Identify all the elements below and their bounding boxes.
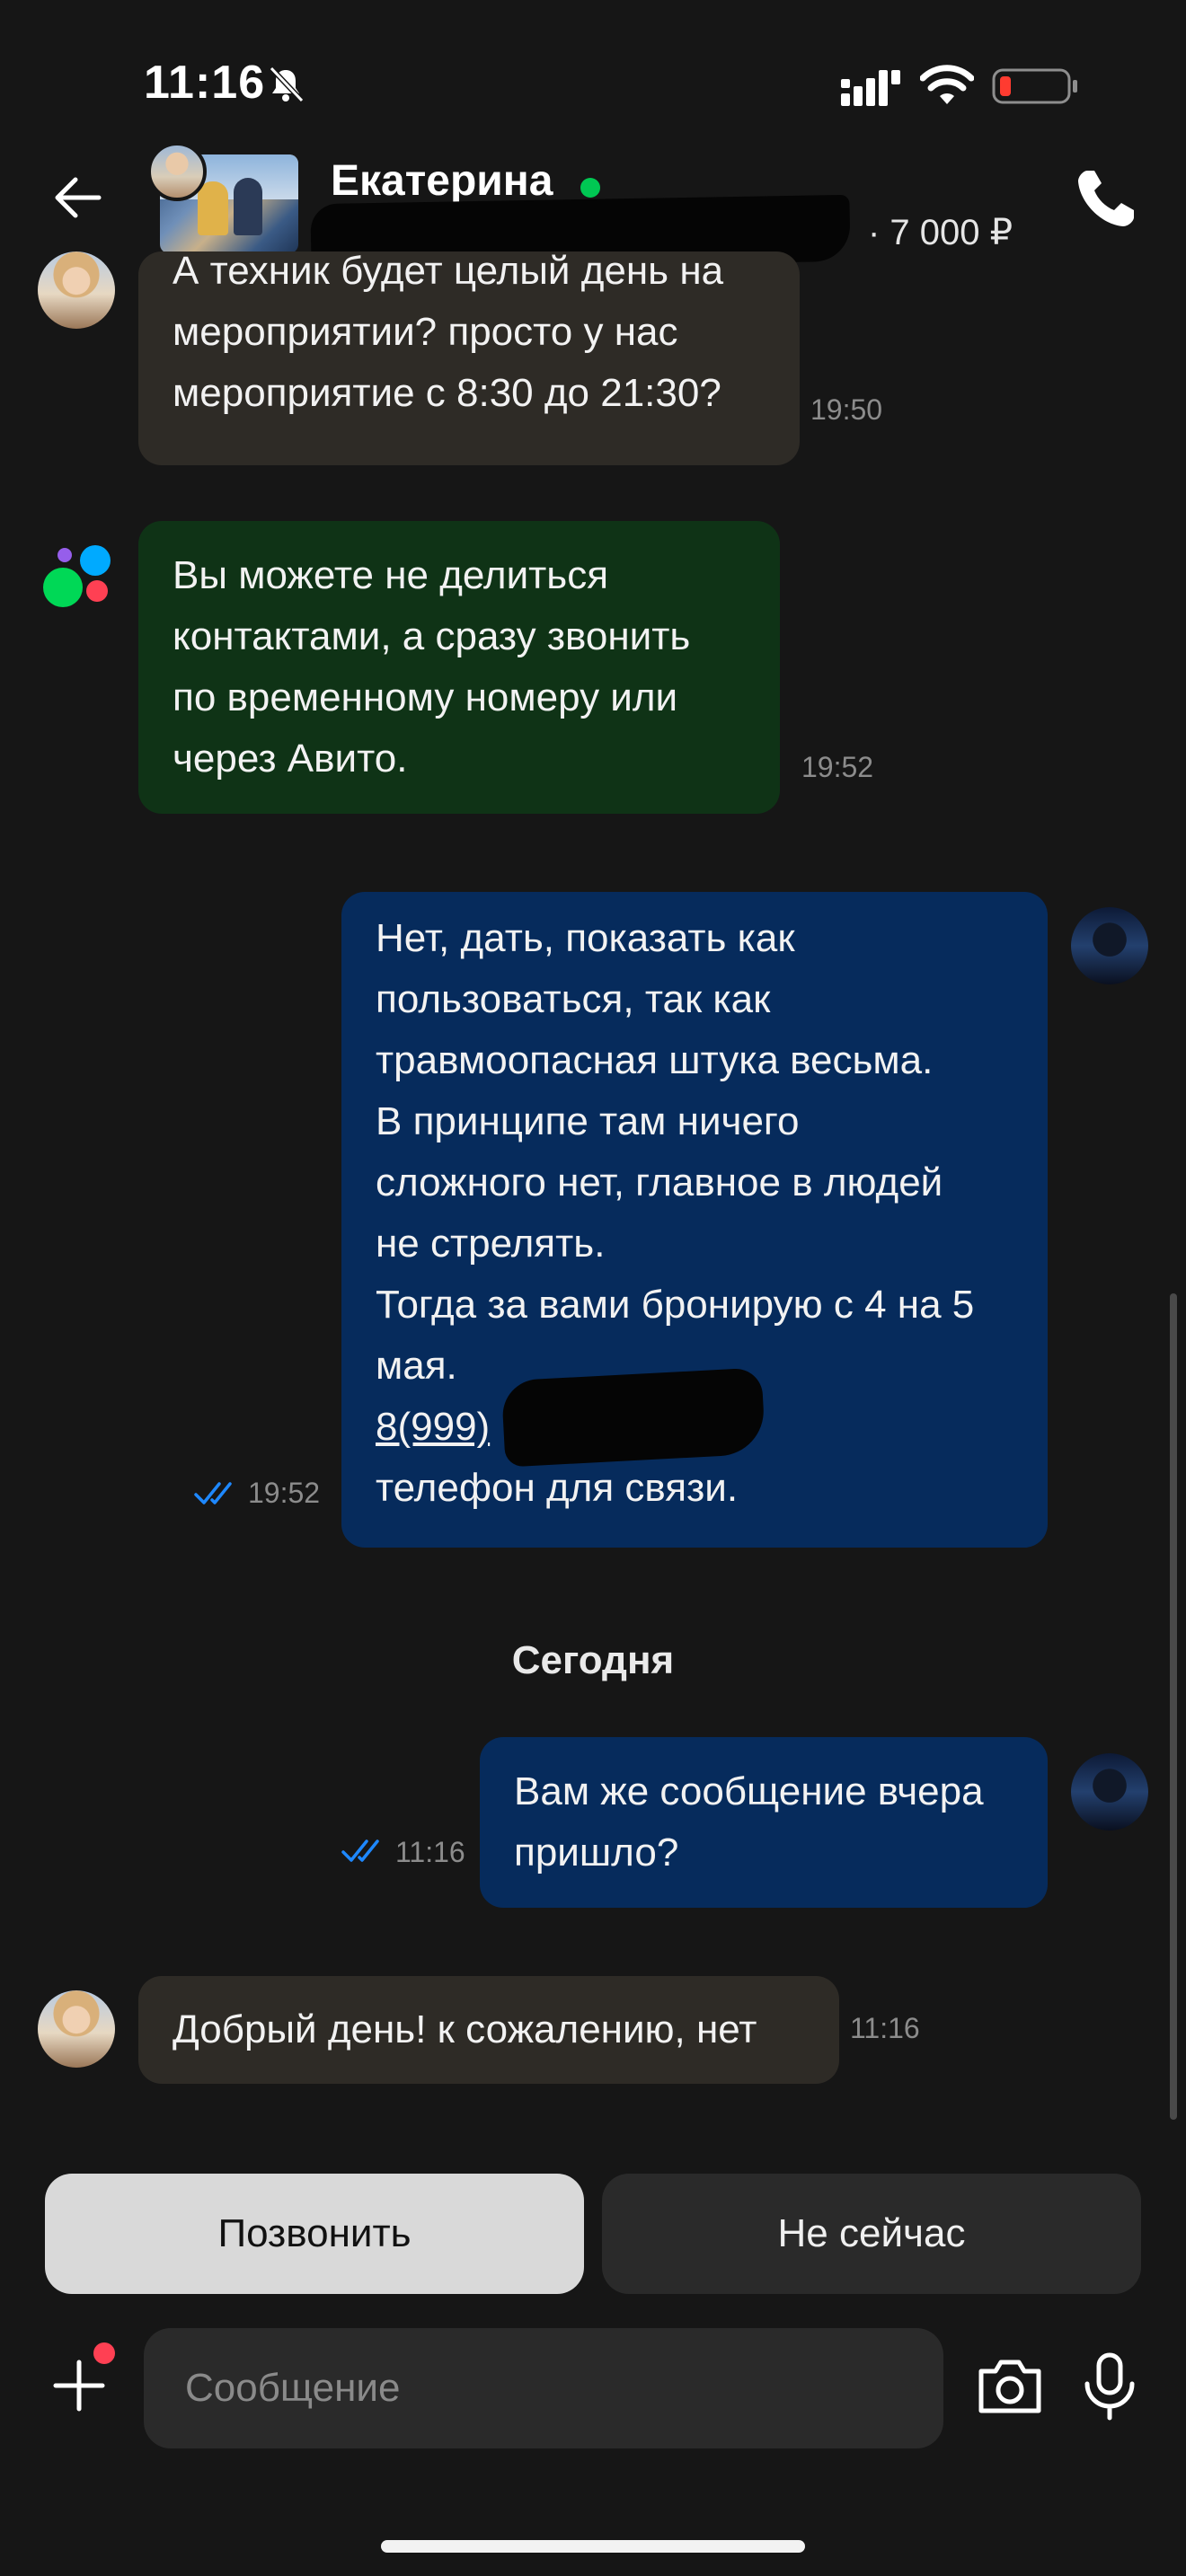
message-text: В принципе там ничего: [376, 1099, 800, 1143]
wifi-icon: [920, 65, 974, 104]
message-text: через Авито.: [173, 737, 408, 781]
my-avatar: [1071, 907, 1148, 984]
notification-dot: [93, 2342, 115, 2364]
listing-price: · 7 000 ₽: [868, 213, 1013, 252]
message-text: Вы можете не делиться: [173, 553, 609, 597]
home-indicator[interactable]: [381, 2540, 805, 2553]
double-check-read-icon: [194, 1482, 232, 1504]
cellular-signal-icon: [841, 70, 900, 106]
camera-icon[interactable]: [976, 2355, 1044, 2418]
message-text: Нет, дать, показать как: [376, 916, 795, 960]
message-text: пришло?: [514, 1831, 679, 1875]
message-bubble-incoming: Добрый день! к сожалению, нет: [138, 1976, 839, 2084]
message-bubble-incoming: А техник будет целый день на мероприятии…: [138, 249, 800, 465]
my-avatar: [1071, 1753, 1148, 1831]
message-bubble-system: Вы можете не делиться контактами, а сраз…: [138, 521, 780, 814]
message-input[interactable]: [144, 2328, 943, 2448]
message-text: сложного нет, главное в людей: [376, 1160, 943, 1204]
status-time: 11:16: [144, 57, 266, 109]
message-time: 11:16: [395, 1836, 465, 1868]
message-time: 19:50: [810, 393, 883, 426]
message-text: Вам же сообщение вчера: [514, 1769, 984, 1813]
sender-avatar: [38, 251, 115, 329]
day-divider: Сегодня: [511, 1638, 675, 1682]
plus-icon[interactable]: [50, 2357, 108, 2414]
message-text: контактами, а сразу звонить: [173, 614, 691, 658]
contact-name[interactable]: Екатерина: [331, 156, 553, 206]
online-status-dot: [580, 178, 600, 198]
chat-scrollbar[interactable]: [1170, 1293, 1177, 2120]
message-text: травмоопасная штука весьма.: [376, 1038, 934, 1082]
message-text: мероприятие с 8:30 до 21:30?: [173, 371, 721, 415]
message-text: не стрелять.: [376, 1222, 606, 1266]
bell-off-icon: [269, 66, 305, 103]
call-button[interactable]: Позвонить: [45, 2174, 584, 2294]
not-now-button[interactable]: Не сейчас: [602, 2174, 1141, 2294]
contact-avatar: [147, 142, 207, 201]
message-text: мероприятии? просто у нас: [173, 310, 678, 354]
message-text: телефон для связи.: [376, 1466, 739, 1510]
phone-call-icon[interactable]: [1075, 167, 1137, 230]
message-time: 19:52: [801, 751, 874, 783]
avito-logo-icon: [43, 545, 111, 607]
message-text: пользоваться, так как: [376, 977, 771, 1021]
message-text: Тогда за вами бронирую с 4 на 5: [376, 1283, 975, 1327]
sender-avatar: [38, 1990, 115, 2068]
battery-low-icon: [992, 68, 1077, 104]
microphone-icon[interactable]: [1082, 2351, 1137, 2422]
message-time: 11:16: [850, 2012, 920, 2044]
phone-number-redacted: [500, 1367, 766, 1468]
message-text: по временному номеру или: [173, 675, 678, 719]
double-check-read-icon: [341, 1839, 379, 1862]
chat-screen: 11:16 Екатерина · 7 000 ₽ А техник будет…: [0, 0, 1186, 2576]
message-text: Добрый день! к сожалению, нет: [173, 2007, 757, 2051]
back-arrow-icon[interactable]: [50, 171, 104, 225]
message-text: А техник будет целый день на: [173, 249, 724, 293]
message-time: 19:52: [248, 1477, 321, 1509]
message-bubble-outgoing: Вам же сообщение вчера пришло?: [480, 1737, 1048, 1908]
